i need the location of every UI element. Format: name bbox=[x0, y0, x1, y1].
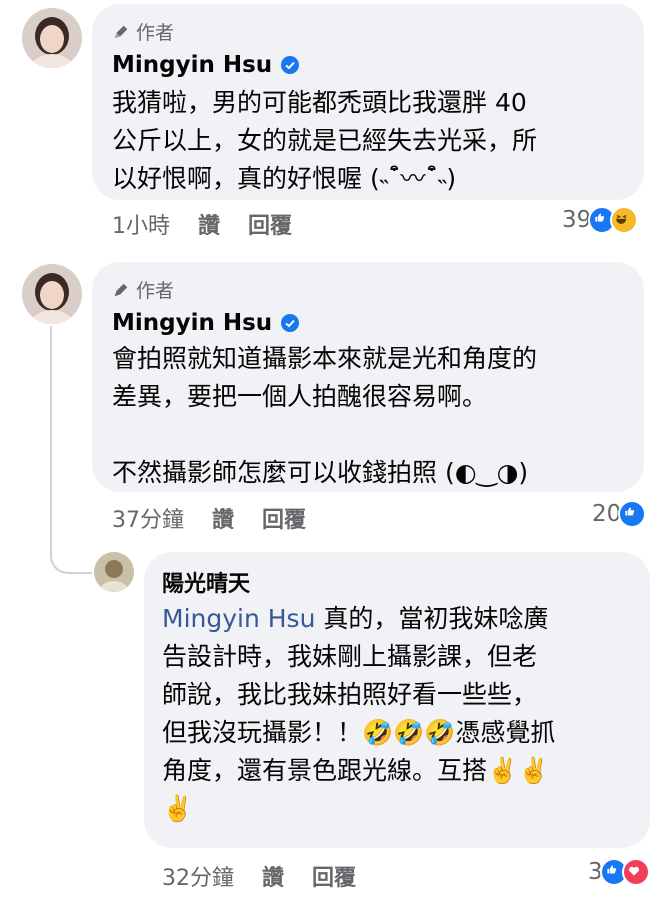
reply-avatar[interactable] bbox=[94, 552, 134, 592]
reply-line: 角度，還有景色跟光線。互搭✌️✌️ bbox=[162, 756, 550, 785]
reply-button[interactable]: 回覆 bbox=[312, 860, 356, 892]
comment-line: 公斤以上，女的就是已經失去光采，所 bbox=[112, 126, 538, 155]
reaction-count: 39 bbox=[562, 207, 592, 233]
like-reaction-icon bbox=[618, 500, 647, 528]
like-button[interactable]: 讚 bbox=[262, 860, 284, 892]
haha-reaction-icon bbox=[610, 206, 639, 234]
pen-icon bbox=[114, 283, 128, 296]
timestamp[interactable]: 32分鐘 bbox=[162, 860, 234, 892]
reply-line: 師說，我比我妹拍照好看一些些， bbox=[162, 680, 538, 709]
verified-badge-icon bbox=[281, 56, 300, 74]
reply-author-name[interactable]: 陽光晴天 bbox=[162, 566, 250, 598]
author-name-text[interactable]: Mingyin Hsu bbox=[112, 310, 272, 336]
author-name[interactable]: Mingyin Hsu bbox=[112, 52, 300, 78]
author-badge: 作者 bbox=[112, 276, 174, 303]
reply-button[interactable]: 回覆 bbox=[248, 208, 292, 240]
reply-button[interactable]: 回覆 bbox=[262, 502, 306, 534]
reply-thread-line bbox=[50, 326, 92, 574]
badge-label: 作者 bbox=[136, 22, 175, 44]
like-button[interactable]: 讚 bbox=[198, 208, 220, 240]
pen-icon bbox=[114, 25, 128, 38]
reply-line: ✌️ bbox=[162, 794, 194, 823]
reply-line: 告設計時，我妹剛上攝影課，但老 bbox=[162, 642, 538, 671]
comment-actions: 37分鐘 讚 回覆 bbox=[112, 502, 334, 534]
author-avatar[interactable] bbox=[22, 264, 82, 324]
reply-line: 但我沒玩攝影！！🤣🤣🤣憑感覺抓 bbox=[162, 718, 556, 747]
reply-author-text[interactable]: 陽光晴天 bbox=[162, 566, 250, 598]
reaction-count: 20 bbox=[592, 501, 622, 527]
comment-text: 我猜啦，男的可能都禿頭比我還胖 40 公斤以上，女的就是已經失去光采，所 以好恨… bbox=[112, 84, 537, 198]
reply-actions: 32分鐘 讚 回覆 bbox=[162, 860, 384, 892]
reply-text: Mingyin Hsu 真的，當初我妹唸廣 告設計時，我妹剛上攝影課，但老 師說… bbox=[162, 600, 555, 828]
comment-actions: 1小時 讚 回覆 bbox=[112, 208, 320, 240]
comment-line: 差異，要把一個人拍醜很容易啊。 bbox=[112, 382, 488, 411]
timestamp[interactable]: 37分鐘 bbox=[112, 502, 184, 534]
verified-badge-icon bbox=[281, 314, 300, 332]
reaction-summary[interactable]: 20 bbox=[592, 500, 647, 528]
love-reaction-icon bbox=[621, 858, 650, 886]
comment-text: 會拍照就知道攝影本來就是光和角度的 差異，要把一個人拍醜很容易啊。 不然攝影師怎… bbox=[112, 340, 537, 492]
comment-line: 我猜啦，男的可能都禿頭比我還胖 40 bbox=[112, 88, 527, 117]
author-name-text[interactable]: Mingyin Hsu bbox=[112, 52, 272, 78]
like-button[interactable]: 讚 bbox=[212, 502, 234, 534]
author-name[interactable]: Mingyin Hsu bbox=[112, 310, 300, 336]
comment-line: 以好恨啊，真的好恨喔 (˵¯͒〰¯͒˵) bbox=[112, 164, 457, 193]
reaction-summary[interactable]: 39 bbox=[562, 206, 639, 234]
badge-label: 作者 bbox=[136, 280, 175, 302]
mention-link[interactable]: Mingyin Hsu bbox=[162, 604, 315, 633]
timestamp[interactable]: 1小時 bbox=[112, 208, 170, 240]
comment-line: 不然攝影師怎麼可以收錢拍照 (◐‿◑) bbox=[112, 458, 529, 487]
author-badge: 作者 bbox=[112, 18, 174, 45]
reaction-summary[interactable]: 3 bbox=[588, 858, 650, 886]
comment-line bbox=[112, 416, 537, 454]
author-avatar[interactable] bbox=[22, 8, 82, 68]
reply-line: Mingyin Hsu 真的，當初我妹唸廣 bbox=[162, 600, 555, 638]
comment-line: 會拍照就知道攝影本來就是光和角度的 bbox=[112, 344, 538, 373]
reply-line-rest: 真的，當初我妹唸廣 bbox=[315, 604, 549, 633]
